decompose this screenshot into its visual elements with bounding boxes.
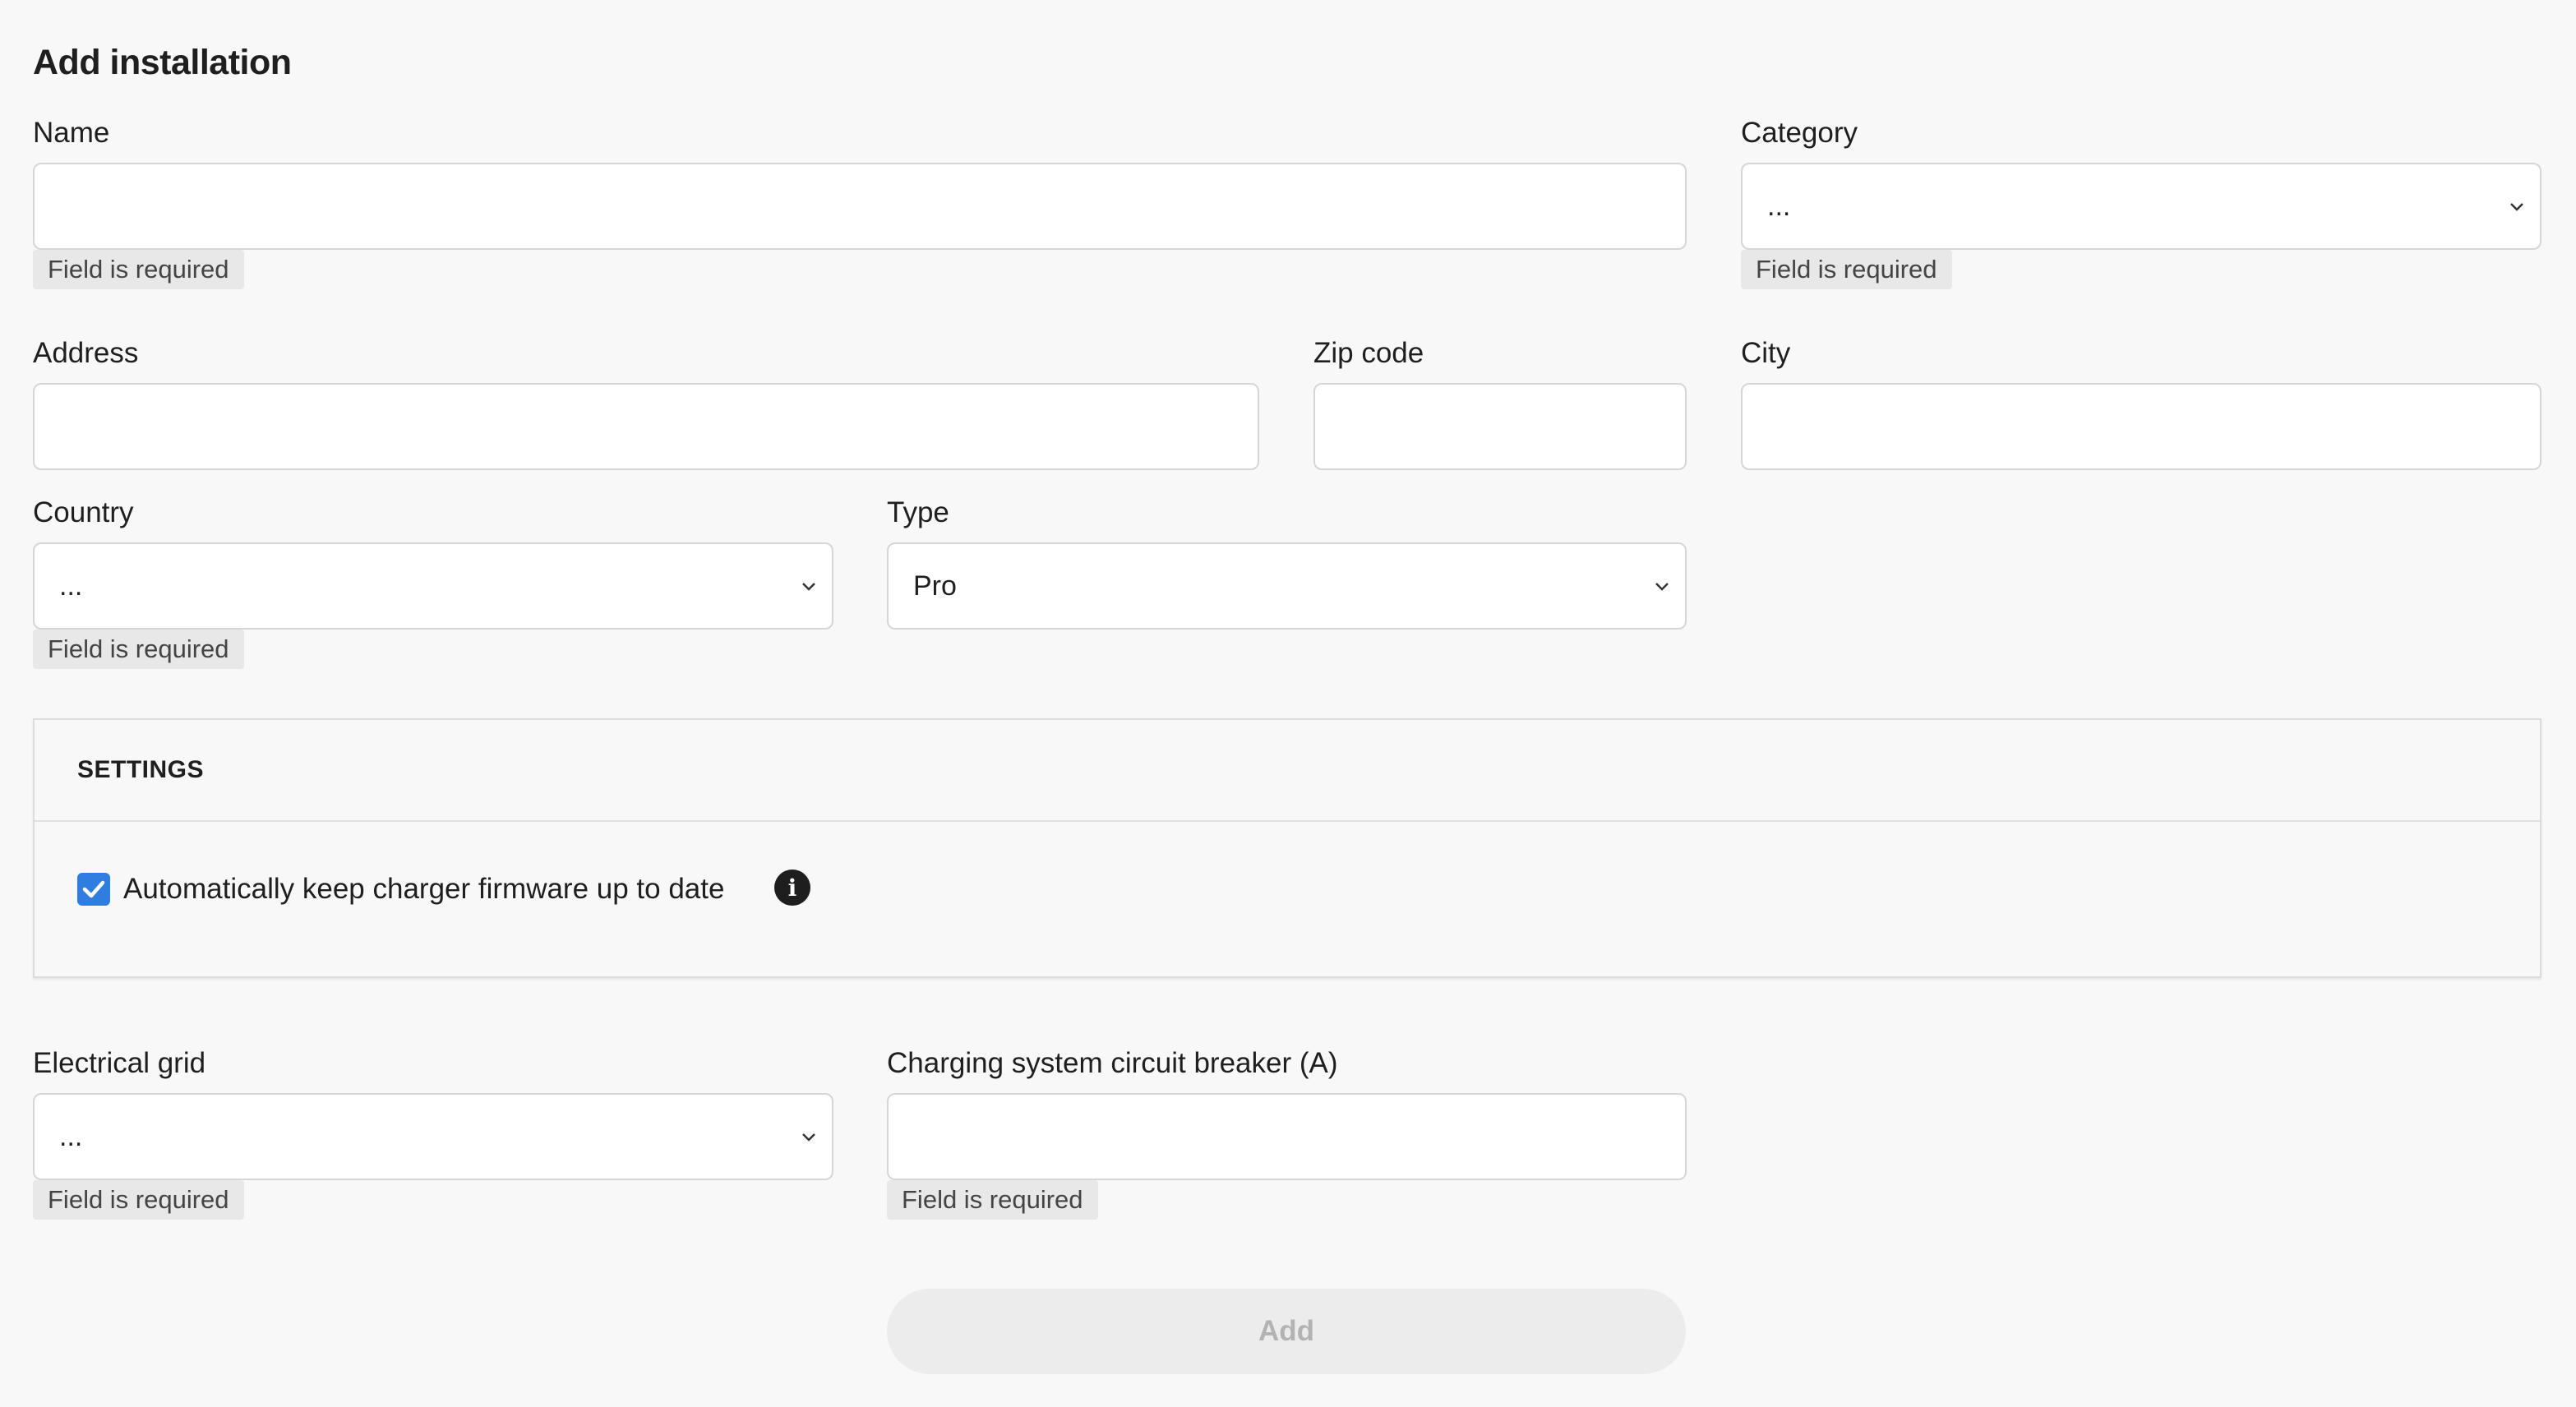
category-select[interactable]: ... xyxy=(1741,163,2541,250)
circuit-breaker-label: Charging system circuit breaker (A) xyxy=(887,1047,1338,1079)
chevron-down-icon xyxy=(802,583,815,591)
category-error: Field is required xyxy=(1741,250,1952,289)
electrical-grid-selected-value: ... xyxy=(59,1120,83,1152)
country-select[interactable]: ... xyxy=(33,542,833,630)
category-selected-value: ... xyxy=(1767,190,1791,222)
chevron-down-icon xyxy=(1655,583,1669,591)
country-selected-value: ... xyxy=(59,570,83,602)
electrical-grid-error: Field is required xyxy=(33,1180,244,1220)
category-label: Category xyxy=(1741,117,1858,149)
circuit-breaker-input[interactable] xyxy=(887,1093,1687,1180)
info-icon[interactable]: i xyxy=(774,870,810,906)
checkmark-icon xyxy=(82,880,105,898)
name-error: Field is required xyxy=(33,250,244,289)
type-select[interactable]: Pro xyxy=(887,542,1687,630)
zip-code-input[interactable] xyxy=(1313,383,1687,470)
type-selected-value: Pro xyxy=(913,570,957,602)
city-input[interactable] xyxy=(1741,383,2541,470)
circuit-breaker-error: Field is required xyxy=(887,1180,1098,1220)
name-label: Name xyxy=(33,117,110,149)
chevron-down-icon xyxy=(2510,203,2523,211)
type-label: Type xyxy=(887,496,949,528)
auto-firmware-label[interactable]: Automatically keep charger firmware up t… xyxy=(123,873,724,906)
zip-code-label: Zip code xyxy=(1313,337,1424,369)
add-button[interactable]: Add xyxy=(887,1289,1686,1374)
auto-firmware-checkbox[interactable] xyxy=(77,873,110,906)
settings-divider xyxy=(35,820,2540,822)
settings-panel: SETTINGS Automatically keep charger firm… xyxy=(33,718,2541,978)
city-label: City xyxy=(1741,337,1791,369)
electrical-grid-select[interactable]: ... xyxy=(33,1093,833,1180)
electrical-grid-label: Electrical grid xyxy=(33,1047,206,1079)
settings-header: SETTINGS xyxy=(77,756,205,783)
country-error: Field is required xyxy=(33,630,244,669)
address-label: Address xyxy=(33,337,139,369)
name-input[interactable] xyxy=(33,163,1687,250)
address-input[interactable] xyxy=(33,383,1259,470)
page-title: Add installation xyxy=(33,43,292,82)
chevron-down-icon xyxy=(802,1133,815,1142)
country-label: Country xyxy=(33,496,134,528)
